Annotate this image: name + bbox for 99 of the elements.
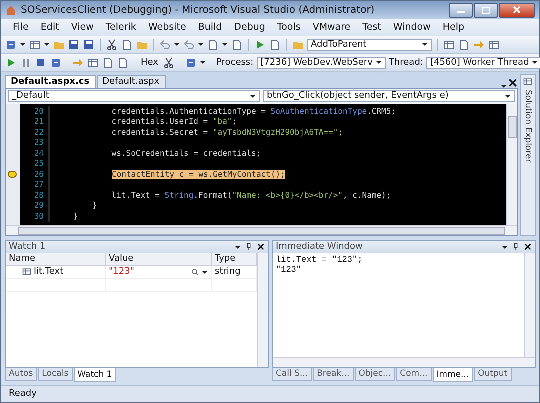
panel-tab[interactable]: Output [474, 368, 512, 381]
caret-icon[interactable] [44, 43, 50, 46]
menu-item[interactable]: Test [356, 21, 388, 34]
code-line: credentials.AuthenticationType = SoAuthenticationType.CRM5; [110, 106, 396, 116]
output-line: lit.Text = "123"; [276, 255, 364, 265]
code-line: credentials.Secret = "ayTsbdN3VtgzH290bjA6TA=="; [110, 128, 344, 137]
menu-item[interactable]: Help [436, 21, 471, 34]
caret-icon[interactable] [376, 61, 382, 64]
line-number: 25 [33, 159, 45, 168]
process-label: Process: [216, 58, 254, 68]
caret-icon[interactable] [422, 43, 428, 46]
process-combo[interactable]: [7236] WebDev.WebServ [256, 56, 386, 68]
menu-item[interactable]: Telerik [100, 21, 142, 34]
horizontal-scrollbar[interactable] [273, 357, 535, 367]
close-icon[interactable] [524, 243, 532, 251]
vertical-scrollbar[interactable] [257, 253, 268, 367]
type-combo[interactable]: _Default [8, 90, 260, 102]
table-cell: lit.Text [34, 267, 64, 277]
line-number: 28 [33, 190, 45, 200]
menu-item[interactable]: View [65, 21, 100, 34]
caret-icon[interactable] [532, 61, 538, 64]
line-number: 22 [33, 128, 45, 137]
command-combo[interactable]: AddToParent [307, 38, 432, 50]
code-line: } [92, 201, 98, 210]
caret-icon[interactable] [222, 43, 228, 46]
thread-combo[interactable]: [4560] Worker Thread [426, 56, 540, 68]
member-combo[interactable]: btnGo_Click(object sender, EventArgs e) [263, 90, 515, 102]
code-line: } [72, 212, 78, 221]
code-line: ws.SoCredentials = credentials; [110, 148, 262, 158]
output-line: "123" [276, 265, 303, 275]
save-all-icon[interactable] [83, 38, 95, 50]
document-tab[interactable]: Default.aspx [96, 75, 166, 88]
table-cell: string [215, 267, 241, 277]
solution-explorer-icon[interactable] [523, 77, 533, 87]
thread-label: Thread: [388, 58, 424, 68]
line-number: 27 [33, 180, 45, 190]
line-number: 21 [33, 117, 45, 126]
panel-tab[interactable]: Autos [5, 368, 38, 381]
menu-item[interactable]: File [7, 21, 35, 34]
panel-tab[interactable]: Watch 1 [74, 368, 116, 382]
line-number: 26 [33, 170, 45, 179]
caret-icon[interactable] [202, 270, 208, 274]
status-text: Ready [9, 389, 37, 399]
menu-item[interactable]: Build [192, 21, 228, 34]
column-header[interactable]: Name [6, 253, 106, 266]
panel-tab[interactable]: Call S... [272, 368, 312, 381]
menu-item[interactable]: Debug [228, 21, 272, 34]
maximize-button[interactable] [474, 2, 498, 18]
caret-icon[interactable] [502, 246, 508, 248]
magnifier-icon[interactable] [191, 268, 200, 276]
save-icon[interactable] [68, 38, 80, 50]
menu-item[interactable]: Window [387, 21, 437, 34]
caret-icon[interactable] [198, 43, 204, 46]
start-icon[interactable] [254, 38, 266, 50]
stop-icon[interactable] [35, 56, 47, 68]
continue-icon[interactable] [5, 56, 17, 68]
menu-item[interactable]: VMware [306, 21, 357, 34]
close-icon[interactable] [257, 243, 265, 251]
menu-item[interactable]: Website [142, 21, 192, 34]
close-icon [513, 6, 521, 14]
pin-icon[interactable] [512, 243, 520, 251]
menu-item[interactable]: Tools [271, 21, 307, 34]
pin-icon[interactable] [245, 243, 253, 251]
panel-tab[interactable]: Locals [38, 368, 73, 381]
horizontal-scrollbar[interactable] [6, 225, 517, 235]
column-header[interactable]: Value [106, 253, 212, 266]
code-line: credentials.UserId = "ba"; [110, 117, 238, 126]
caret-icon[interactable] [250, 94, 256, 98]
caret-icon[interactable] [174, 43, 180, 46]
hex-button[interactable]: Hex [139, 58, 160, 68]
menu-item[interactable]: Edit [34, 21, 66, 34]
panel-tab[interactable]: Objec... [354, 368, 396, 381]
line-number: 23 [33, 138, 45, 148]
column-header[interactable]: Type [212, 253, 257, 266]
line-number: 24 [33, 148, 45, 158]
cut-icon[interactable] [106, 38, 118, 50]
caret-icon[interactable] [235, 246, 241, 248]
window-title: SOServicesClient (Debugging) - Microsoft Visual Studio (Administrator) [21, 4, 376, 16]
caret-icon[interactable] [200, 61, 206, 64]
panel-title: Watch 1 [9, 242, 47, 252]
code-line: lit.Text = String.Format("Name: <b>{0}</b><br/>", c.Name); [110, 190, 392, 200]
caret-icon[interactable] [20, 43, 26, 46]
close-button[interactable] [499, 2, 535, 18]
minimize-button[interactable] [449, 2, 473, 18]
panel-title: Immediate Window [276, 242, 364, 252]
line-number: 29 [33, 201, 45, 210]
line-number: 30 [33, 212, 45, 221]
vertical-scrollbar[interactable] [524, 253, 535, 357]
close-icon[interactable] [508, 78, 518, 88]
table-cell: "123" [109, 267, 134, 277]
caret-icon[interactable] [505, 94, 511, 98]
line-number: 20 [33, 106, 45, 116]
document-tab[interactable]: Default.aspx.cs [5, 75, 96, 88]
maximize-icon [482, 6, 490, 14]
vertical-scrollbar[interactable] [506, 104, 517, 225]
panel-tab[interactable]: Imme... [432, 368, 474, 382]
pause-icon[interactable] [20, 56, 32, 68]
panel-tab[interactable]: Com... [396, 368, 432, 381]
panel-tab[interactable]: Break... [313, 368, 354, 381]
